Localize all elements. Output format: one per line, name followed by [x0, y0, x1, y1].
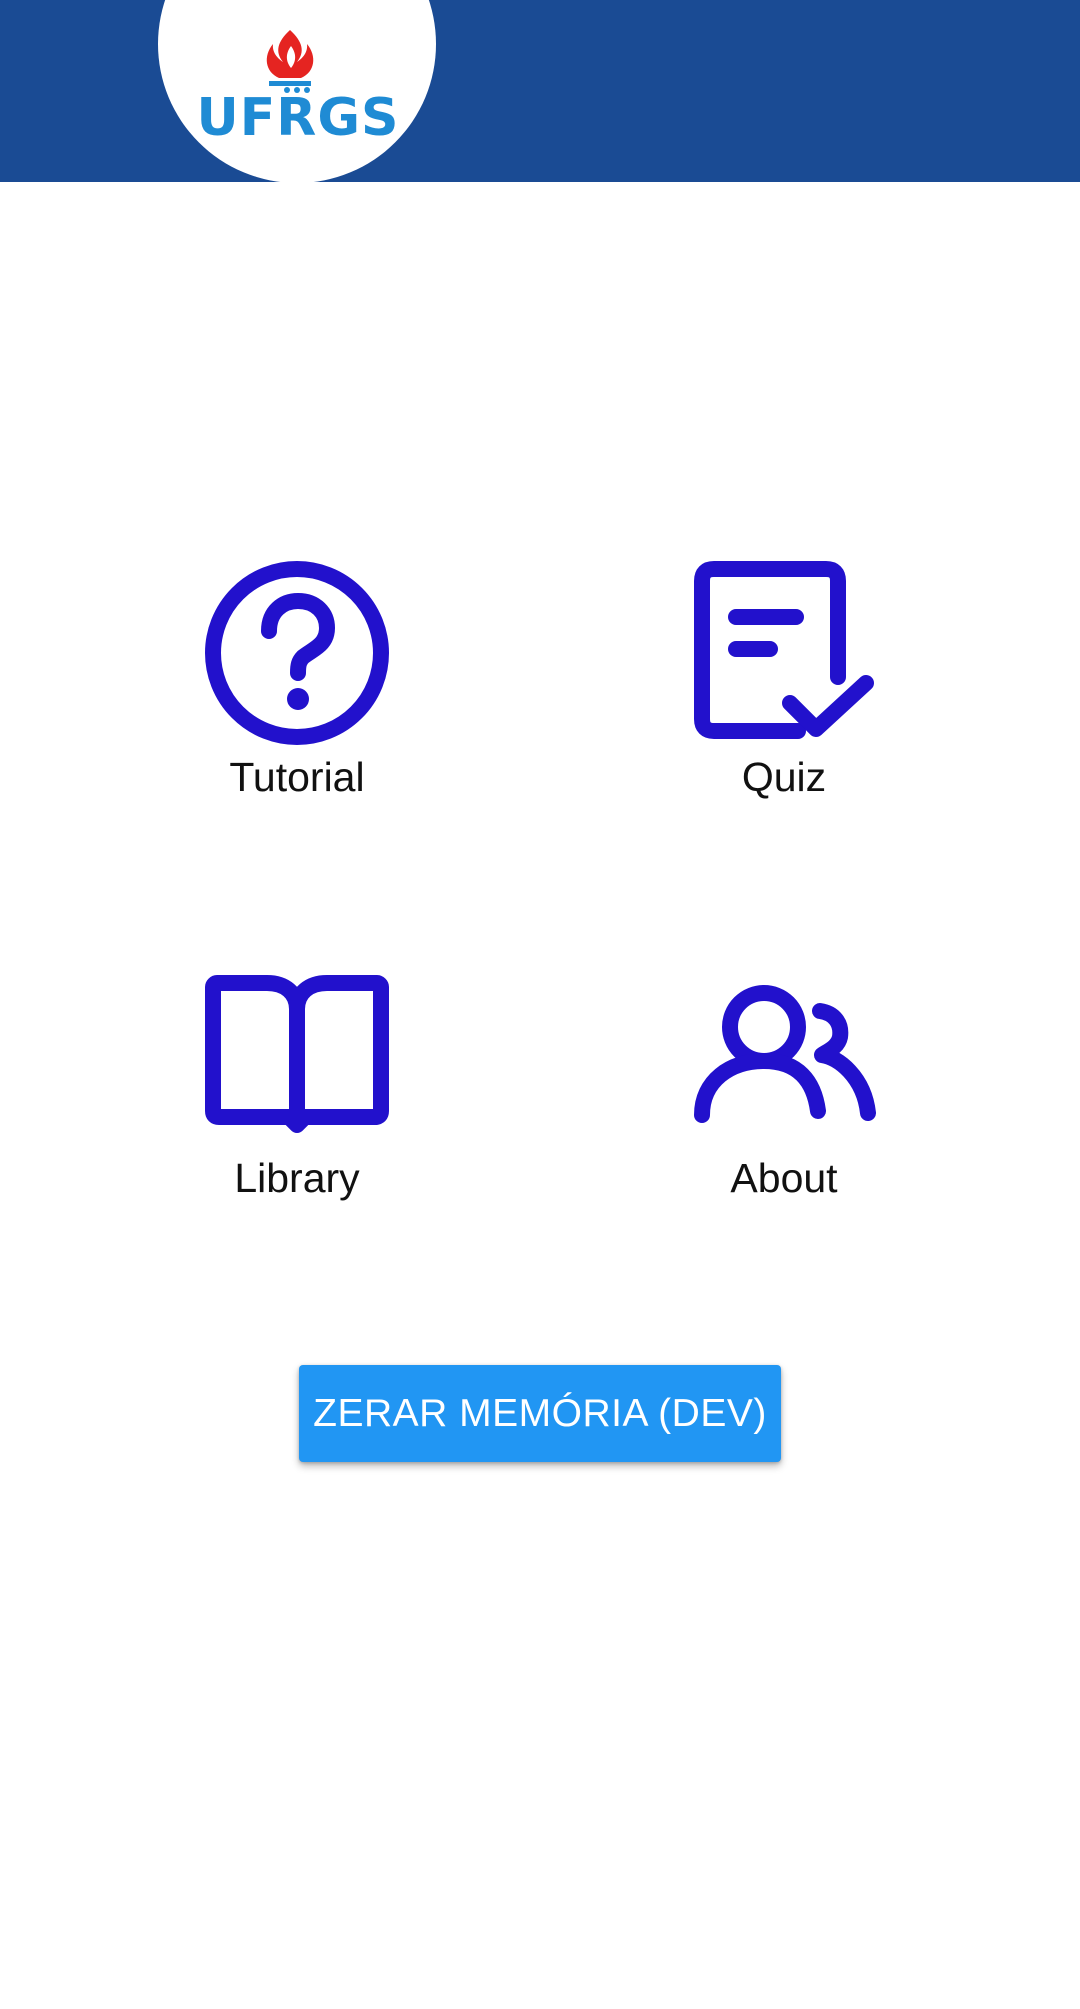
menu-label: Quiz	[741, 754, 827, 800]
menu-item-quiz[interactable]: Quiz	[634, 561, 934, 811]
logo-wordmark: UFRGS	[196, 88, 400, 148]
flame-icon	[266, 30, 314, 86]
menu-label: Tutorial	[229, 754, 365, 800]
users-icon	[694, 985, 876, 1123]
app-header: UFRGS	[0, 0, 1080, 183]
help-circle-icon	[205, 561, 389, 745]
menu-item-library[interactable]: Library	[147, 975, 447, 1215]
menu-label: About	[730, 1155, 838, 1201]
menu-label: Library	[234, 1155, 360, 1201]
clipboard-check-icon	[694, 561, 874, 739]
open-book-icon	[205, 975, 389, 1133]
menu-item-tutorial[interactable]: Tutorial	[147, 561, 447, 811]
menu-item-about[interactable]: About	[634, 975, 934, 1215]
reset-memory-button[interactable]: ZERAR MEMÓRIA (DEV)	[299, 1365, 781, 1462]
